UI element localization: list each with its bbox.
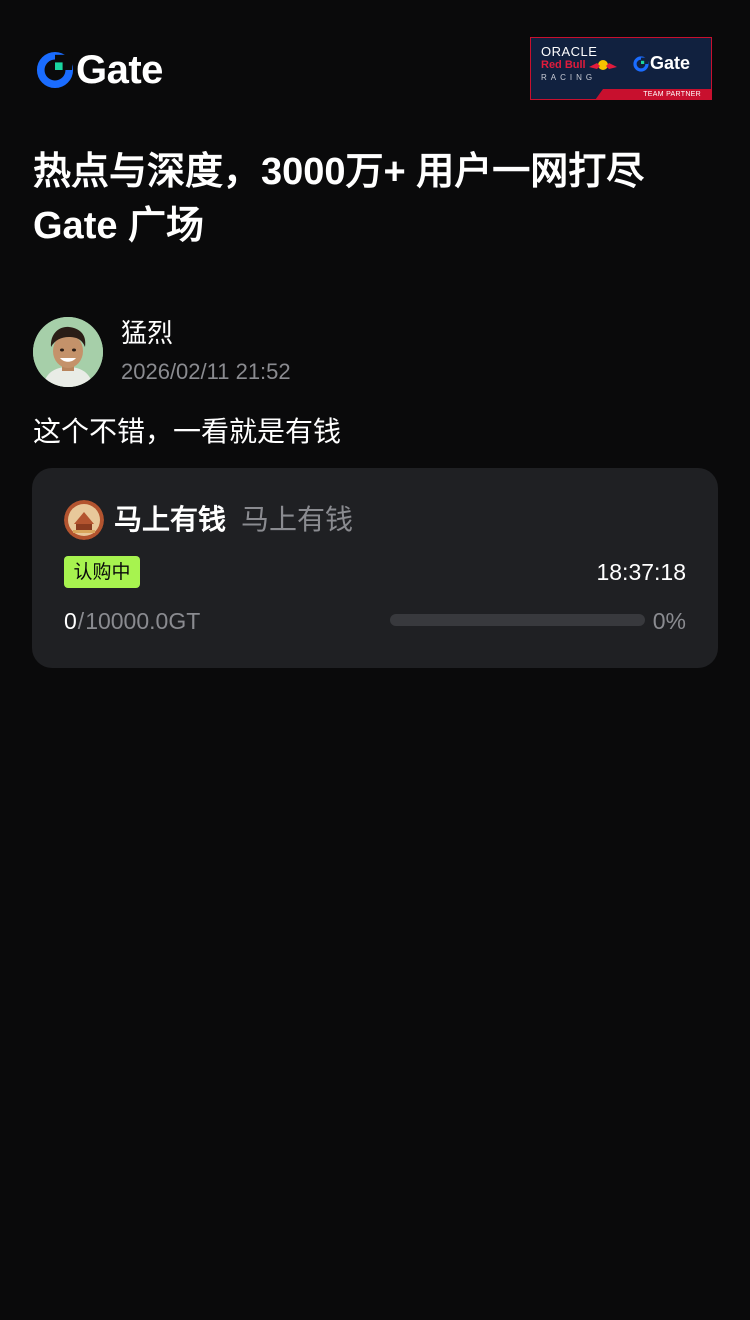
team-partner-label: TEAM PARTNER bbox=[643, 91, 701, 98]
gate-logo-text: Gate bbox=[76, 48, 163, 92]
page-title-line-1: 热点与深度，3000万+ 用户一网打尽 bbox=[33, 151, 645, 193]
author-avatar[interactable] bbox=[33, 317, 103, 387]
token-emblem-icon bbox=[64, 500, 104, 540]
partner-badge[interactable]: ORACLE Red Bull RACING Gate TEAM PARTNER bbox=[530, 37, 712, 100]
post-timestamp: 2026/02/11 21:52 bbox=[121, 359, 291, 384]
gate-logo[interactable]: Gate bbox=[36, 50, 163, 90]
racing-wordmark: RACING bbox=[541, 73, 597, 82]
raised-value: 0 bbox=[64, 608, 77, 634]
countdown-timer: 18:37:18 bbox=[596, 559, 686, 585]
progress-percent: 0% bbox=[652, 608, 686, 634]
token-symbol: 马上有钱 bbox=[241, 503, 354, 536]
gate-logo-small-icon bbox=[633, 55, 649, 72]
post-content: 这个不错，一看就是有钱 bbox=[33, 415, 342, 448]
token-sale-card[interactable]: 马上有钱 马上有钱 认购中 18:37:18 0/10000.0GT 0% bbox=[32, 468, 718, 668]
avatar-portrait-icon bbox=[33, 317, 103, 387]
redbull-bulls-icon bbox=[589, 60, 617, 70]
token-name: 马上有钱 bbox=[114, 503, 227, 536]
token-icon bbox=[64, 500, 104, 540]
page-title-line-2: Gate 广场 bbox=[33, 205, 205, 247]
raised-separator: / bbox=[77, 608, 85, 634]
author-name[interactable]: 猛烈 bbox=[121, 316, 173, 352]
redbull-wordmark: Red Bull bbox=[541, 59, 586, 71]
partner-gate-logo: Gate bbox=[633, 53, 690, 74]
partner-gate-text: Gate bbox=[650, 53, 691, 73]
status-badge: 认购中 bbox=[64, 556, 140, 588]
raised-amount: 0/10000.0GT bbox=[64, 605, 200, 637]
subscription-progress-bar bbox=[390, 614, 645, 626]
page-title: 热点与深度，3000万+ 用户一网打尽 Gate 广场 bbox=[33, 145, 723, 253]
oracle-wordmark: ORACLE bbox=[541, 44, 598, 59]
gate-logo-icon bbox=[36, 51, 74, 89]
raise-goal: 10000.0GT bbox=[85, 608, 201, 634]
